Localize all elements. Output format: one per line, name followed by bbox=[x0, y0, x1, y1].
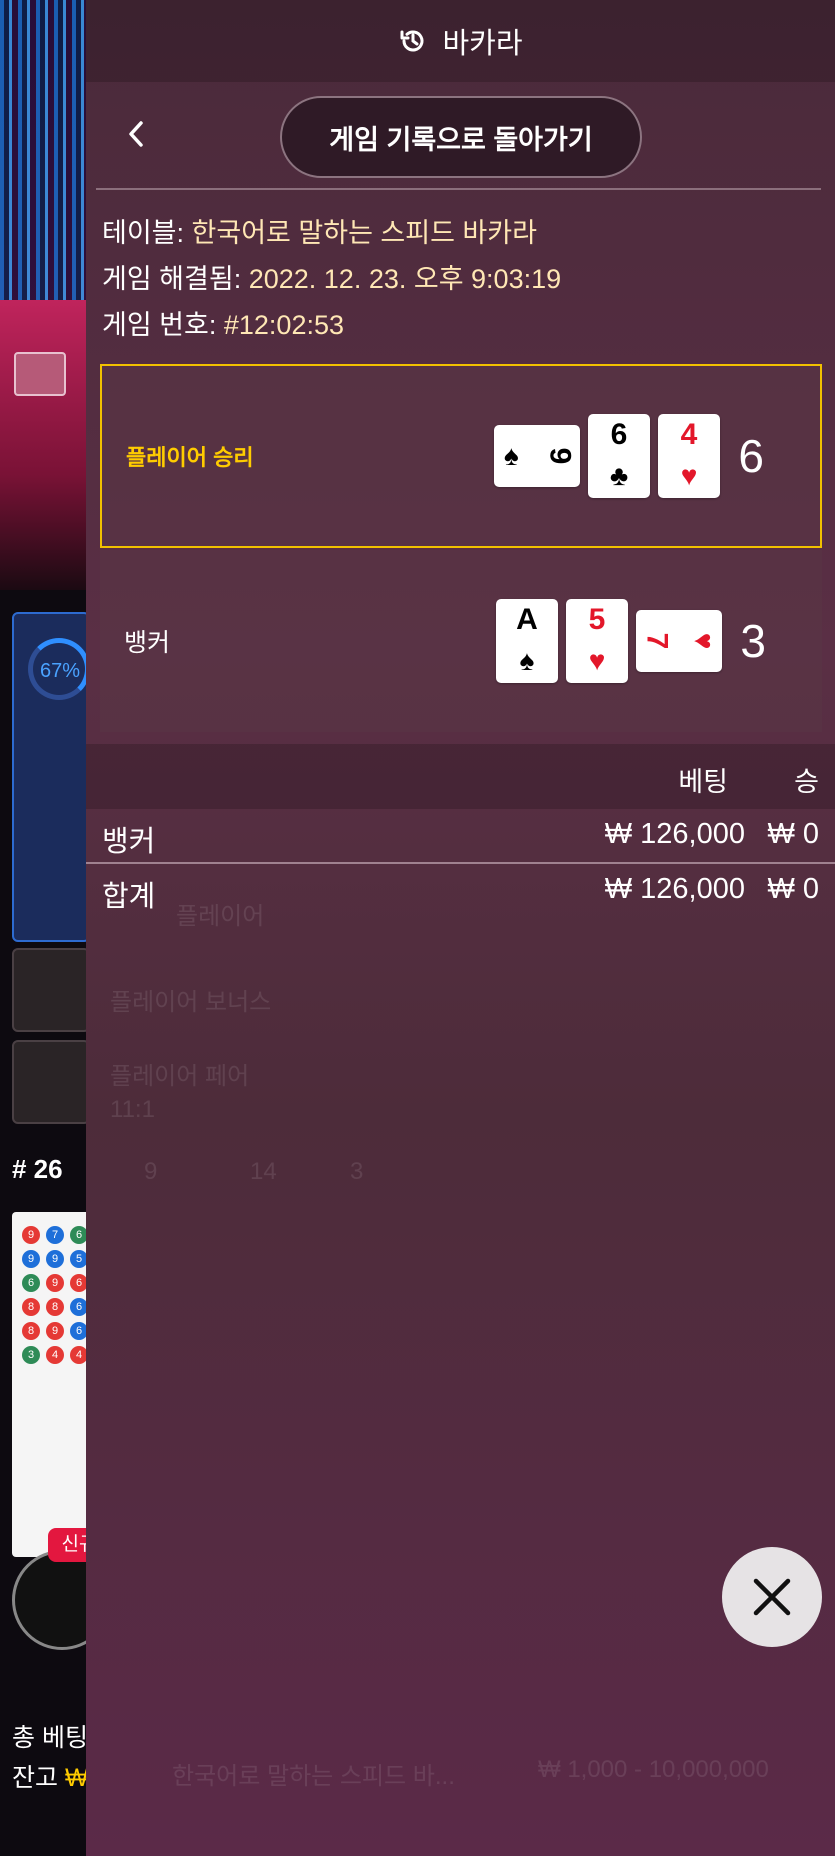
ghost-text: 플레이어 보너스 bbox=[110, 989, 272, 1016]
history-icon bbox=[400, 30, 424, 52]
card-rank: 4 bbox=[680, 418, 698, 451]
bet-win: ₩ 0 bbox=[767, 818, 819, 850]
ghost-text: 14 bbox=[250, 1158, 277, 1185]
road-dot: 6 bbox=[22, 1274, 40, 1292]
total-amount: ₩ 126,000 bbox=[604, 873, 745, 905]
banker-label: 뱅커 bbox=[124, 629, 171, 657]
table-felt bbox=[0, 300, 90, 590]
heart-icon: ♥ bbox=[680, 460, 698, 491]
road-dot: 9 bbox=[22, 1226, 40, 1244]
banker-result: 뱅커 A ♠ 5 ♥ 7 ♥ 3 bbox=[100, 550, 822, 732]
panel-header: 바카라 bbox=[86, 0, 835, 82]
ghost-text: 9 bbox=[144, 1158, 158, 1185]
timer-percent: 67% bbox=[40, 660, 81, 682]
heart-icon: ♥ bbox=[588, 645, 606, 676]
card-9-spades: ♠ 9 bbox=[494, 425, 580, 487]
table-name-line: 테이블: 한국어로 말하는 스피드 바카라 bbox=[102, 210, 819, 256]
bet-amount: ₩ 126,000 bbox=[604, 818, 745, 850]
card-7-hearts: 7 ♥ bbox=[636, 610, 722, 672]
table-label: 테이블: bbox=[102, 218, 192, 248]
total-label: 합계 bbox=[102, 881, 156, 913]
bet-spot-player-pair[interactable] bbox=[12, 1040, 90, 1124]
total-row: 합계 ₩ 126,000 ₩ 0 bbox=[86, 864, 835, 919]
spade-icon: ♠ bbox=[504, 440, 519, 471]
road-dot: 8 bbox=[46, 1298, 64, 1316]
panel-title: 바카라 bbox=[442, 28, 523, 60]
road-dot: 9 bbox=[46, 1322, 64, 1340]
total-win: ₩ 0 bbox=[767, 873, 819, 905]
back-button[interactable] bbox=[116, 114, 156, 154]
road-dot: 9 bbox=[46, 1250, 64, 1268]
game-number-line: 게임 번호: #12:02:53 bbox=[102, 302, 819, 348]
road-dot: 9 bbox=[22, 1250, 40, 1268]
bets-table: 베팅 승 뱅커 ₩ 126,000 ₩ 0 합계 ₩ 126,000 ₩ 0 bbox=[86, 744, 835, 919]
close-button[interactable] bbox=[722, 1547, 822, 1647]
card-rank: 9 bbox=[543, 447, 577, 465]
player-result: 플레이어 승리 ♠ 9 6 ♣ 4 ♥ 6 bbox=[100, 364, 822, 548]
bets-table-header: 베팅 승 bbox=[86, 744, 835, 809]
table-name: 한국어로 말하는 스피드 바카라 bbox=[191, 218, 537, 248]
column-win: 승 bbox=[794, 767, 819, 797]
bead-road[interactable]: 9 7 6 9 9 5 6 9 6 8 8 6 8 9 6 3 4 4 bbox=[12, 1212, 90, 1557]
studio-lights bbox=[0, 0, 90, 300]
back-to-history-button[interactable]: 게임 기록으로 돌아가기 bbox=[280, 96, 642, 178]
divider bbox=[96, 188, 821, 190]
column-bet: 베팅 bbox=[678, 767, 728, 797]
road-dot: 4 bbox=[46, 1346, 64, 1364]
game-meta: 테이블: 한국어로 말하는 스피드 바카라 게임 해결됨: 2022. 12. … bbox=[86, 190, 835, 348]
spade-icon: ♠ bbox=[519, 645, 535, 676]
player-win-label: 플레이어 승리 bbox=[126, 445, 254, 470]
card-rank: 6 bbox=[610, 418, 628, 451]
road-dot: 7 bbox=[46, 1226, 64, 1244]
banker-cards: A ♠ 5 ♥ 7 ♥ bbox=[496, 599, 722, 683]
bet-name: 뱅커 bbox=[102, 826, 156, 858]
card-rank: A bbox=[516, 603, 538, 636]
heart-icon: ♥ bbox=[688, 632, 720, 650]
card-4-hearts: 4 ♥ bbox=[658, 414, 720, 498]
round-number: # 26 bbox=[12, 1154, 63, 1184]
game-history-panel: 플레이어 플레이어 보너스 플레이어 페어 11:1 9 14 3 한국어로 말… bbox=[86, 0, 835, 1856]
resolved-line: 게임 해결됨: 2022. 12. 23. 오후 9:03:19 bbox=[102, 256, 819, 302]
card-rank: 7 bbox=[640, 632, 674, 650]
game-number-label: 게임 번호: bbox=[102, 310, 224, 340]
balance-label: 잔고 bbox=[12, 1764, 59, 1792]
road-dot: 8 bbox=[22, 1298, 40, 1316]
card-rank: 5 bbox=[588, 603, 606, 636]
card-5-hearts: 5 ♥ bbox=[566, 599, 628, 683]
game-number: #12:02:53 bbox=[223, 310, 344, 340]
close-icon bbox=[753, 1578, 791, 1616]
resolved-time: 2022. 12. 23. 오후 9:03:19 bbox=[248, 264, 562, 294]
bet-spot-player-bonus[interactable] bbox=[12, 948, 90, 1032]
ghost-text: ₩ 1,000 - 10,000,000 bbox=[538, 1756, 769, 1783]
ghost-text: 한국어로 말하는 스피드 바... bbox=[172, 1763, 455, 1790]
road-dot: 9 bbox=[46, 1274, 64, 1292]
nav-row: 게임 기록으로 돌아가기 bbox=[86, 82, 835, 190]
resolved-label: 게임 해결됨: bbox=[102, 264, 249, 294]
card-6-clubs: 6 ♣ bbox=[588, 414, 650, 498]
screen: 67% # 26 9 7 6 9 9 5 6 9 6 8 8 6 8 9 6 3… bbox=[0, 0, 835, 1856]
chevron-left-icon bbox=[129, 121, 143, 147]
road-dot: 3 bbox=[22, 1346, 40, 1364]
player-score: 6 bbox=[738, 430, 764, 482]
card-a-spades: A ♠ bbox=[496, 599, 558, 683]
club-icon: ♣ bbox=[609, 460, 629, 491]
ghost-text: 11:1 bbox=[110, 1096, 155, 1123]
card-shoe bbox=[14, 352, 66, 396]
ghost-text: 3 bbox=[350, 1158, 364, 1185]
table-row: 뱅커 ₩ 126,000 ₩ 0 bbox=[86, 809, 835, 864]
ghost-text: 플레이어 페어 bbox=[110, 1063, 250, 1090]
road-dot: 8 bbox=[22, 1322, 40, 1340]
banker-score: 3 bbox=[740, 615, 766, 667]
player-cards: ♠ 9 6 ♣ 4 ♥ bbox=[494, 414, 720, 498]
